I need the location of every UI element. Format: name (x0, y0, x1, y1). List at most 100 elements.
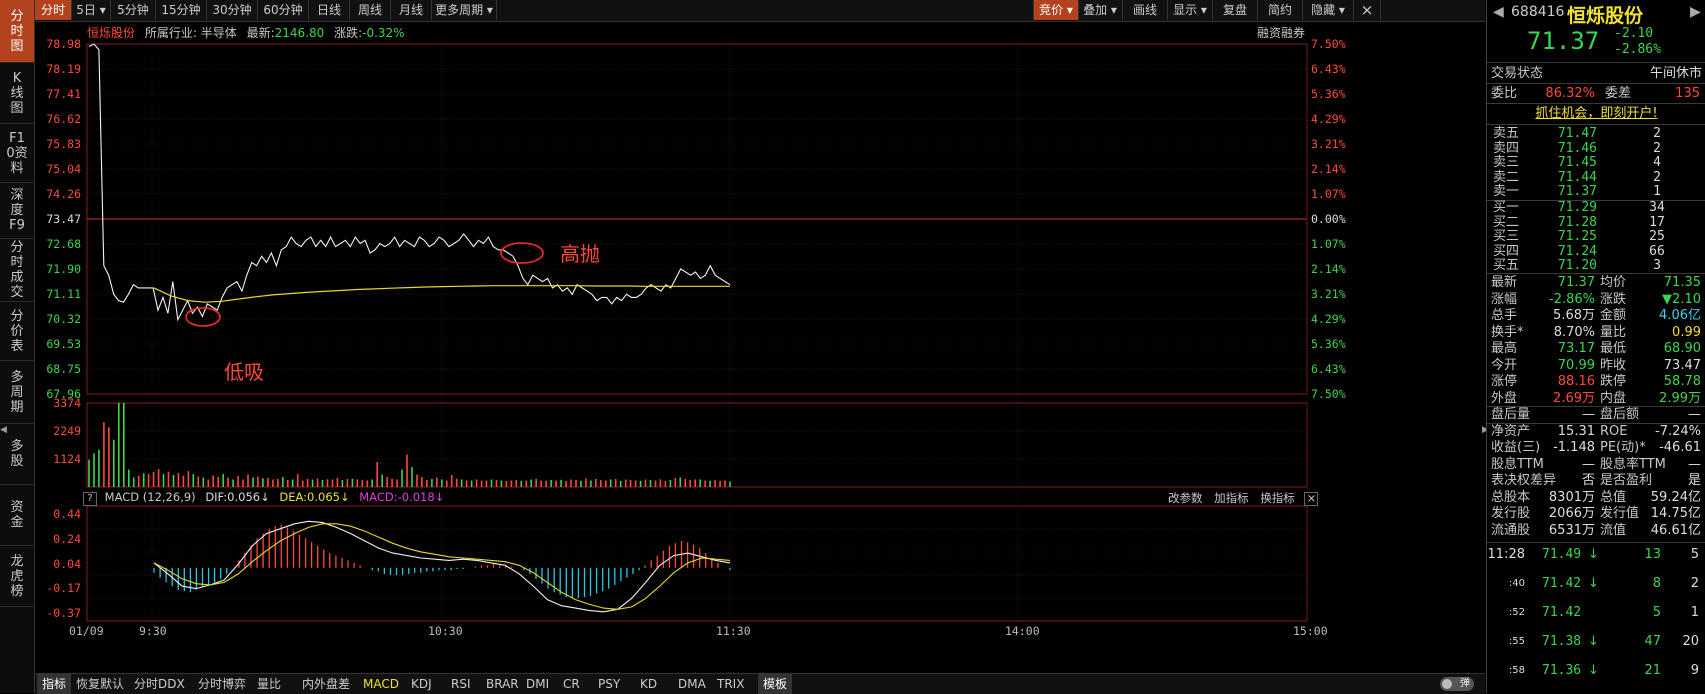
ask-row[interactable]: 卖二 71.44 2 (1487, 170, 1705, 185)
stat-label: 最新 (1491, 275, 1518, 290)
stat-value: 15.31 (1557, 423, 1595, 439)
close-indicator-icon[interactable]: × (1304, 492, 1319, 506)
tab-dragon-tiger-label: 龙虎榜 (10, 553, 24, 599)
open-account-link[interactable]: 抓住机会，即刻开户! (1487, 104, 1705, 123)
indicator-item[interactable]: MACD (363, 674, 399, 694)
tool-draw[interactable]: 画线 (1123, 0, 1168, 20)
indicator-item[interactable]: 恢复默认 (76, 674, 124, 694)
tab-f10[interactable]: F10资料 (0, 124, 34, 183)
tool-simple[interactable]: 简约 (1258, 0, 1303, 20)
bid-row[interactable]: 买三 71.25 25 (1487, 230, 1705, 244)
template-tab[interactable]: 模板 (758, 674, 792, 694)
tool-replay[interactable]: 复盘 (1213, 0, 1258, 20)
period-toolbar: 分时 5日 ▾ 5分钟 15分钟 30分钟 60分钟 日线 周线 月线 更多周期… (35, 0, 1485, 22)
tool-overlay[interactable]: 叠加 ▾ (1078, 0, 1123, 20)
period-intraday[interactable]: 分时 (35, 0, 72, 20)
divider (1487, 542, 1705, 543)
stat-row: 最新 71.37 均价 71.35 (1487, 275, 1705, 291)
indicator-item[interactable]: DMA (678, 674, 706, 694)
period-5min[interactable]: 5分钟 (111, 0, 156, 20)
indicator-item[interactable]: BRAR (486, 674, 519, 694)
collapse-left-arrow-icon[interactable]: ◀ (0, 423, 7, 437)
indicator-item[interactable]: CR (563, 674, 580, 694)
stat-row: 发行股 2066万 发行值 14.75亿 (1487, 506, 1705, 522)
bid-row[interactable]: 买四 71.24 66 (1487, 243, 1705, 259)
stat-value: — (1582, 407, 1595, 422)
indicator-item[interactable]: 分时博弈 (198, 674, 246, 694)
stat-label: 跌停 (1600, 374, 1627, 389)
macd-tick-label: 0.24 (53, 531, 81, 546)
period-5day[interactable]: 5日 ▾ (72, 0, 111, 20)
next-stock-arrow-icon[interactable]: ▶ (1690, 4, 1701, 20)
tab-trades[interactable]: 分时成交 (0, 239, 34, 302)
tool-hide[interactable]: 隐藏 ▾ (1303, 0, 1354, 20)
indicator-item[interactable]: 分时DDX (134, 674, 185, 694)
indicator-tab[interactable]: 指标 (37, 674, 71, 694)
period-daily[interactable]: 日线 (309, 0, 350, 20)
switch-indicator-button[interactable]: 换指标 (1260, 491, 1295, 505)
tick-price: 71.42 (1542, 605, 1582, 620)
period-more-label: 更多周期 (435, 3, 484, 17)
bid-row[interactable]: 买五 71.20 3 (1487, 259, 1705, 273)
tab-dragon-tiger[interactable]: 龙虎榜 (0, 546, 34, 607)
level-label: 买四 (1493, 243, 1520, 259)
tab-price-dist[interactable]: 分价表 (0, 302, 34, 361)
popup-toggle[interactable]: 弹 (1440, 677, 1474, 691)
ask-row[interactable]: 卖三 71.45 4 (1487, 156, 1705, 170)
stat-row: 今开 70.99 昨收 73.47 (1487, 358, 1705, 374)
stat-value: — (1688, 456, 1701, 472)
price-tick-label: 70.32 (46, 312, 81, 326)
level-volume: 66 (1649, 243, 1665, 259)
indicator-item[interactable]: RSI (451, 674, 471, 694)
stat-value: 88.16 (1557, 374, 1595, 389)
tool-auction[interactable]: 竞价 ▾ (1033, 0, 1079, 20)
tab-kline[interactable]: K线图 (0, 63, 34, 124)
macd-header: ? MACD (12,26,9) DIF:0.056↓ DEA:0.065↓ M… (83, 490, 444, 506)
dropdown-icon: ▾ (1338, 3, 1345, 17)
add-indicator-button[interactable]: 加指标 (1214, 491, 1249, 505)
indicator-item[interactable]: KDJ (411, 674, 432, 694)
stat-value: -7.24% (1655, 423, 1701, 439)
help-icon[interactable]: ? (83, 492, 97, 506)
percent-tick-label: 6.43% (1311, 362, 1346, 376)
tool-display[interactable]: 显示 ▾ (1168, 0, 1213, 20)
toolbar-close-icon[interactable]: × (1354, 0, 1381, 20)
indicator-item[interactable]: KD (640, 674, 657, 694)
tab-depth[interactable]: 深度F9 (0, 183, 34, 239)
tab-funds[interactable]: 资金 (0, 485, 34, 546)
period-more[interactable]: 更多周期 ▾ (432, 0, 497, 20)
level-price: 71.45 (1557, 155, 1597, 170)
price-tick-label: 78.19 (46, 62, 81, 76)
time-tick-label: 10:30 (428, 624, 463, 638)
period-weekly[interactable]: 周线 (350, 0, 391, 20)
stat-row: 最高 73.17 最低 68.90 (1487, 341, 1705, 357)
prev-stock-arrow-icon[interactable]: ◀ (1493, 4, 1504, 20)
period-15min[interactable]: 15分钟 (156, 0, 207, 20)
price-tick-label: 69.53 (46, 337, 81, 351)
ask-row[interactable]: 卖一 71.37 1 (1487, 185, 1705, 199)
tick-arrow-icon: ↓ (1588, 663, 1599, 678)
ask-row[interactable]: 卖五 71.47 2 (1487, 127, 1705, 141)
indicator-item[interactable]: PSY (598, 674, 620, 694)
level-volume: 3 (1653, 258, 1661, 273)
tab-intraday[interactable]: 分时图 (0, 0, 34, 63)
level-price: 71.24 (1557, 243, 1597, 259)
period-30min[interactable]: 30分钟 (207, 0, 258, 20)
modify-params-button[interactable]: 改参数 (1168, 491, 1203, 505)
bid-row[interactable]: 买二 71.28 17 (1487, 214, 1705, 230)
indicator-item[interactable]: TRIX (717, 674, 744, 694)
tab-multi-period-label: 多周期 (10, 369, 24, 415)
indicator-item[interactable]: 内外盘差 (302, 674, 350, 694)
stat-label: 总手 (1491, 308, 1518, 323)
ask-row[interactable]: 卖四 71.46 2 (1487, 141, 1705, 156)
macd-tick-label: 0.04 (53, 556, 81, 571)
period-monthly[interactable]: 月线 (391, 0, 432, 20)
indicator-item[interactable]: 量比 (257, 674, 281, 694)
bid-row[interactable]: 买一 71.29 34 (1487, 201, 1705, 215)
period-60min[interactable]: 60分钟 (258, 0, 309, 20)
volume-bars (88, 403, 731, 487)
tab-multi-period[interactable]: 多周期 (0, 361, 34, 424)
stat-label: 发行股 (1491, 506, 1531, 521)
level-price: 71.28 (1557, 214, 1597, 230)
indicator-item[interactable]: DMI (526, 674, 549, 694)
